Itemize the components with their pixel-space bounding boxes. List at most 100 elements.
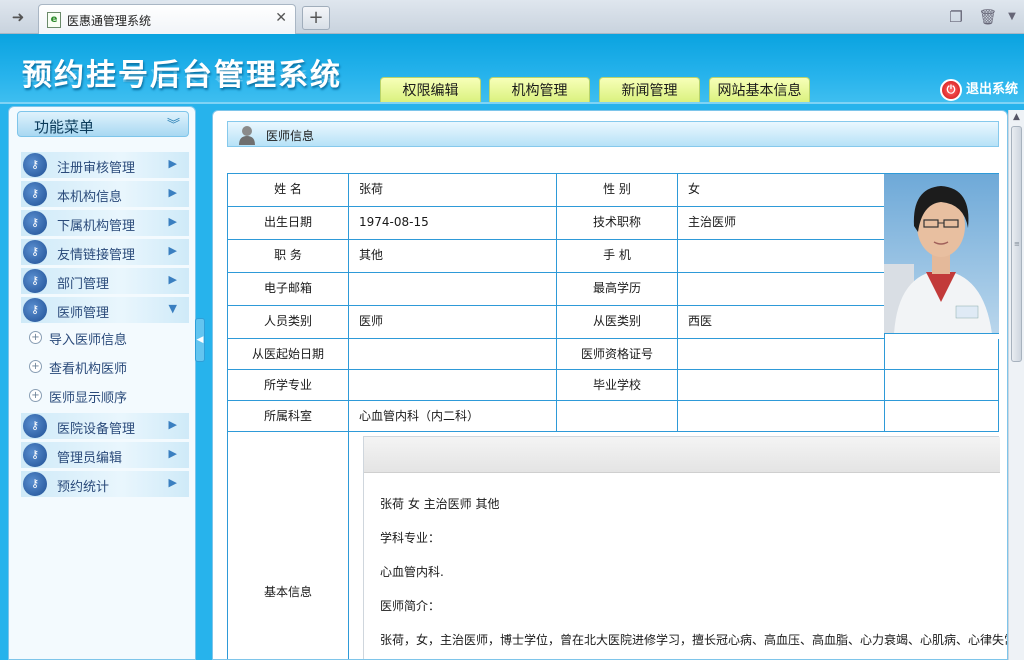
menu-item-departments[interactable]: ⚷ 部门管理 ▶ [21,268,189,294]
panel-header: 医师信息 [227,121,999,147]
menu-item-admin-edit[interactable]: ⚷ 管理员编辑 ▶ [21,442,189,468]
sidebar-collapse-handle[interactable]: ◀ [195,318,205,362]
menu-item-friend-links[interactable]: ⚷ 友情链接管理 ▶ [21,239,189,265]
sidebar-header[interactable]: 功能菜单 ︾ [17,111,189,137]
menu-item-label: 管理员编辑 [57,451,123,466]
chevron-down-icon[interactable]: ▼ [1000,6,1024,28]
menu-item-stats[interactable]: ⚷ 预约统计 ▶ [21,471,189,497]
label-tech-title: 技术职称 [557,207,678,240]
menu-item-registration-review[interactable]: ⚷ 注册审核管理 ▶ [21,152,189,178]
value-email [349,273,557,306]
arrow-right-icon: ▶ [168,476,177,489]
nav-tab-organizations[interactable]: 机构管理 [489,77,590,104]
nav-tab-permissions[interactable]: 权限编辑 [380,77,481,104]
empty-cell [557,401,678,432]
label-major: 所学专业 [228,370,349,401]
menu-item-label: 友情链接管理 [57,248,136,263]
menu-item-label: 医师管理 [57,306,110,321]
label-medicine-type: 从医类别 [557,306,678,339]
label-mobile: 手 机 [557,240,678,273]
sidebar-title: 功能菜单 [34,118,95,136]
empty-cell [885,401,999,432]
menu-item-org-info[interactable]: ⚷ 本机构信息 ▶ [21,181,189,207]
main-panel: 医师信息 姓 名 张荷 性 别 女 出生日期 1974-08-15 技术职称 主… [212,110,1008,660]
editor-toolbar [364,437,1000,473]
basic-info-editor[interactable]: 张荷 女 主治医师 其他 学科专业： 心血管内科. 医师简介： 张荷，女，主治医… [363,436,1007,659]
key-icon: ⚷ [23,298,47,322]
key-icon: ⚷ [23,153,47,177]
key-icon: ⚷ [23,414,47,438]
value-cert-number [678,339,885,370]
new-tab-button[interactable]: + [302,6,330,30]
vertical-scrollbar[interactable]: ▲ ≡ [1008,110,1024,660]
editor-text-line: 张荷，女，主治医师，博士学位，曾在北大医院进修学习，擅长冠心病、高血压、高血脂、… [380,633,1008,647]
menu-item-label: 预约统计 [57,480,110,495]
arrow-down-icon: ▼ [168,302,177,315]
doctor-portrait-image [884,174,999,333]
empty-cell [678,401,885,432]
value-position: 其他 [349,240,557,273]
menu-item-label: 部门管理 [57,277,110,292]
label-department: 所属科室 [228,401,349,432]
label-basic-info: 基本信息 [228,432,349,659]
trash-icon[interactable]: 🗑 [976,6,1000,28]
arrow-right-icon: ▶ [168,186,177,199]
value-staff-type: 医师 [349,306,557,339]
nav-tab-site-info[interactable]: 网站基本信息 [709,77,810,104]
nav-tab-news[interactable]: 新闻管理 [599,77,700,104]
browser-tab-bar: ➜ e 医惠通管理系统 ✕ + ❐ 🗑 ▼ [0,0,1024,34]
scroll-up-icon[interactable]: ▲ [1011,112,1022,123]
site-title-reflection: 预约挂号后台管理系统 [22,66,342,83]
label-education: 最高学历 [557,273,678,306]
grip-icon: ≡ [1014,240,1020,248]
editor-text-line: 医师简介： [380,599,441,613]
menu-item-doctors[interactable]: ⚷ 医师管理 ▼ [21,297,189,323]
empty-cell [885,339,999,370]
key-icon: ⚷ [23,269,47,293]
label-cert-number: 医师资格证号 [557,339,678,370]
arrow-right-icon: ▶ [168,244,177,257]
editor-text-line: 学科专业： [380,531,441,545]
plus-icon: + [29,389,42,402]
key-icon: ⚷ [23,211,47,235]
label-name: 姓 名 [228,174,349,207]
logout-label: 退出系统 [965,82,1018,97]
plus-icon: + [29,360,42,373]
power-icon: ⏻ [939,79,962,101]
label-start-date: 从医起始日期 [228,339,349,370]
menu-item-label: 下属机构管理 [57,219,136,234]
value-birth-date: 1974-08-15 [349,207,557,240]
browser-tab[interactable]: e 医惠通管理系统 ✕ [38,4,296,34]
menu-item-label: 注册审核管理 [57,161,136,176]
close-tab-icon[interactable]: ✕ [275,10,287,26]
key-icon: ⚷ [23,182,47,206]
value-education [678,273,885,306]
sidebar: 功能菜单 ︾ ⚷ 注册审核管理 ▶ ⚷ 本机构信息 ▶ ⚷ 下属机构管理 ▶ ⚷… [8,106,196,660]
submenu-label: 医师显示顺序 [49,391,128,406]
menu-item-label: 本机构信息 [57,190,123,205]
value-department: 心血管内科（内二科） [349,401,557,432]
value-tech-title: 主治医师 [678,207,885,240]
double-chevron-down-icon[interactable]: ︾ [167,114,180,133]
arrow-right-icon: ▶ [168,273,177,286]
value-major [349,370,557,401]
app-header: 预约挂号后台管理系统 预约挂号后台管理系统 权限编辑 机构管理 新闻管理 网站基… [0,34,1024,104]
value-medicine-type: 西医 [678,306,885,339]
menu-item-sub-orgs[interactable]: ⚷ 下属机构管理 ▶ [21,210,189,236]
value-gender: 女 [678,174,885,207]
value-school [678,370,885,401]
scrollbar-thumb[interactable]: ≡ [1011,126,1022,362]
user-icon [239,126,255,145]
editor-text-line: 张荷 女 主治医师 其他 [380,497,500,511]
label-position: 职 务 [228,240,349,273]
restore-icon[interactable]: ❐ [944,6,968,28]
key-icon: ⚷ [23,443,47,467]
menu-item-equipment[interactable]: ⚷ 医院设备管理 ▶ [21,413,189,439]
value-mobile [678,240,885,273]
forward-icon[interactable]: ➜ [6,6,30,28]
arrow-right-icon: ▶ [168,447,177,460]
plus-icon: + [29,331,42,344]
arrow-right-icon: ▶ [168,215,177,228]
logout-button[interactable]: ⏻ 退出系统 [939,78,1018,102]
arrow-right-icon: ▶ [168,418,177,431]
